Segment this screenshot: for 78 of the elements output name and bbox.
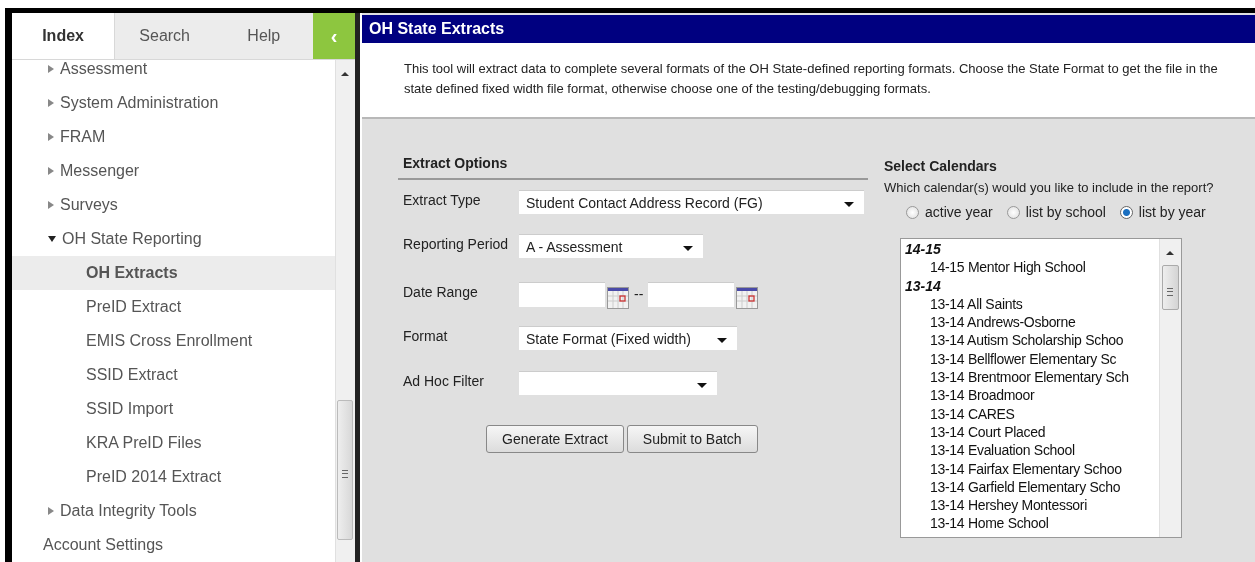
tree-item[interactable]: SSID Extract (12, 358, 335, 392)
tab[interactable]: Index (12, 13, 116, 59)
list-option[interactable]: 13-14 CARES (905, 404, 1159, 423)
action-button[interactable]: Generate Extract (486, 425, 624, 453)
tree-item[interactable]: PreID 2014 Extract (12, 460, 335, 494)
list-option[interactable]: 13-14 Bellflower Elementary Sc (905, 349, 1159, 369)
tree-item[interactable]: Account Settings (43, 536, 164, 554)
list-group-label: 14-15 (905, 240, 942, 259)
list-option[interactable]: 13-14 Evaluation School (905, 441, 1159, 460)
page-title: OH State Extracts (369, 20, 505, 38)
question-text: Which calendar(s) would you like to include in the report? (884, 179, 1215, 197)
date-field[interactable] (648, 282, 735, 307)
radio-button[interactable] (1119, 205, 1133, 219)
tree-item[interactable]: Data Integrity Tools (60, 502, 197, 520)
scroll-up-icon[interactable] (341, 72, 349, 76)
tree-item[interactable]: OH Extracts (12, 256, 335, 290)
calendar-icon[interactable] (736, 287, 759, 309)
list-option[interactable]: 13-14 Home School (905, 514, 1159, 533)
field-label: Date Range (402, 283, 479, 302)
tree-item[interactable]: KRA PreID Files (12, 426, 335, 460)
expand-triangle-icon[interactable] (48, 167, 54, 175)
calendar-listbox[interactable] (900, 238, 1182, 538)
dropdown[interactable]: Student Contact Address Record (FG) (519, 190, 864, 214)
calendar-icon[interactable] (607, 287, 629, 309)
list-option[interactable]: 13-14 Broadmoor (905, 386, 1159, 405)
tree-item[interactable]: FRAM (60, 128, 106, 146)
tab[interactable]: Search (115, 13, 215, 59)
list-group-label: 13-14 (905, 276, 942, 295)
radio-label[interactable]: list by year (1138, 204, 1206, 220)
tree-item[interactable]: PreID Extract (12, 290, 335, 324)
list-option[interactable]: 13-14 Garfield Elementary Scho (905, 477, 1159, 497)
tree-item[interactable]: EMIS Cross Enrollment (12, 324, 335, 358)
tree-item[interactable]: Surveys (60, 196, 118, 214)
scrollbar-thumb[interactable] (1162, 265, 1179, 310)
tree-item[interactable]: SSID Import (12, 392, 335, 426)
date-field[interactable] (519, 282, 605, 307)
list-option[interactable]: 14-15 Mentor High School (905, 258, 1159, 277)
caret-icon (683, 245, 693, 251)
scrollbar-thumb[interactable] (337, 400, 353, 540)
dropdown[interactable]: A - Assessment (519, 234, 703, 258)
expand-triangle-icon[interactable] (48, 201, 54, 209)
caret-icon (844, 201, 854, 207)
expand-triangle-icon[interactable] (48, 507, 54, 515)
radio-button[interactable] (906, 205, 919, 219)
range-separator: -- (634, 286, 644, 302)
caret-icon (717, 337, 727, 343)
radio-label[interactable]: active year (925, 204, 993, 220)
radio-button[interactable] (1006, 205, 1020, 219)
tree-item[interactable]: OH State Reporting (62, 230, 202, 248)
field-label: Format (402, 327, 449, 346)
list-option[interactable]: 13-14 Fairfax Elementary Schoo (905, 459, 1159, 478)
list-option[interactable]: 13-14 Hershey Montessori (905, 496, 1159, 515)
list-option[interactable]: 13-14 Andrews-Osborne (905, 313, 1159, 332)
scrollbar[interactable] (335, 60, 355, 562)
tab[interactable]: Help (214, 13, 314, 59)
tree-item[interactable]: Assessment (60, 60, 148, 78)
scroll-up-icon[interactable] (1166, 251, 1174, 255)
section-heading: Extract Options (398, 155, 868, 180)
action-button[interactable]: Submit to Batch (626, 425, 758, 453)
dropdown[interactable]: State Format (Fixed width) (519, 326, 737, 350)
tree-item[interactable]: System Administration (60, 94, 219, 112)
radio-label[interactable]: list by school (1025, 204, 1106, 220)
list-option[interactable]: 13-14 Brentmoor Elementary Sch (905, 368, 1159, 387)
expand-triangle-icon[interactable] (48, 133, 54, 141)
tree-item[interactable]: Messenger (60, 162, 140, 180)
list-option[interactable]: 13-14 All Saints (905, 294, 1159, 314)
expand-triangle-icon[interactable] (48, 65, 54, 73)
collapse-triangle-icon[interactable] (48, 236, 56, 242)
section-heading: Select Calendars (884, 158, 998, 174)
field-label: Reporting Period (402, 235, 510, 254)
expand-triangle-icon[interactable] (48, 99, 54, 107)
caret-icon (697, 382, 707, 388)
field-label: Extract Type (402, 191, 482, 210)
scrollbar[interactable] (1159, 239, 1181, 537)
field-label: Ad Hoc Filter (402, 372, 485, 391)
list-option[interactable]: 13-14 Court Placed (905, 422, 1159, 442)
description-text: This tool will extract data to complete several formats of the OH State-defined reporting formats. Choose the State Format to get the file in the state defined fixed width file format, otherwise choose one of the testing/debugging formats. (404, 60, 1219, 98)
list-option[interactable]: 13-14 Autism Scholarship Schoo (905, 331, 1159, 350)
